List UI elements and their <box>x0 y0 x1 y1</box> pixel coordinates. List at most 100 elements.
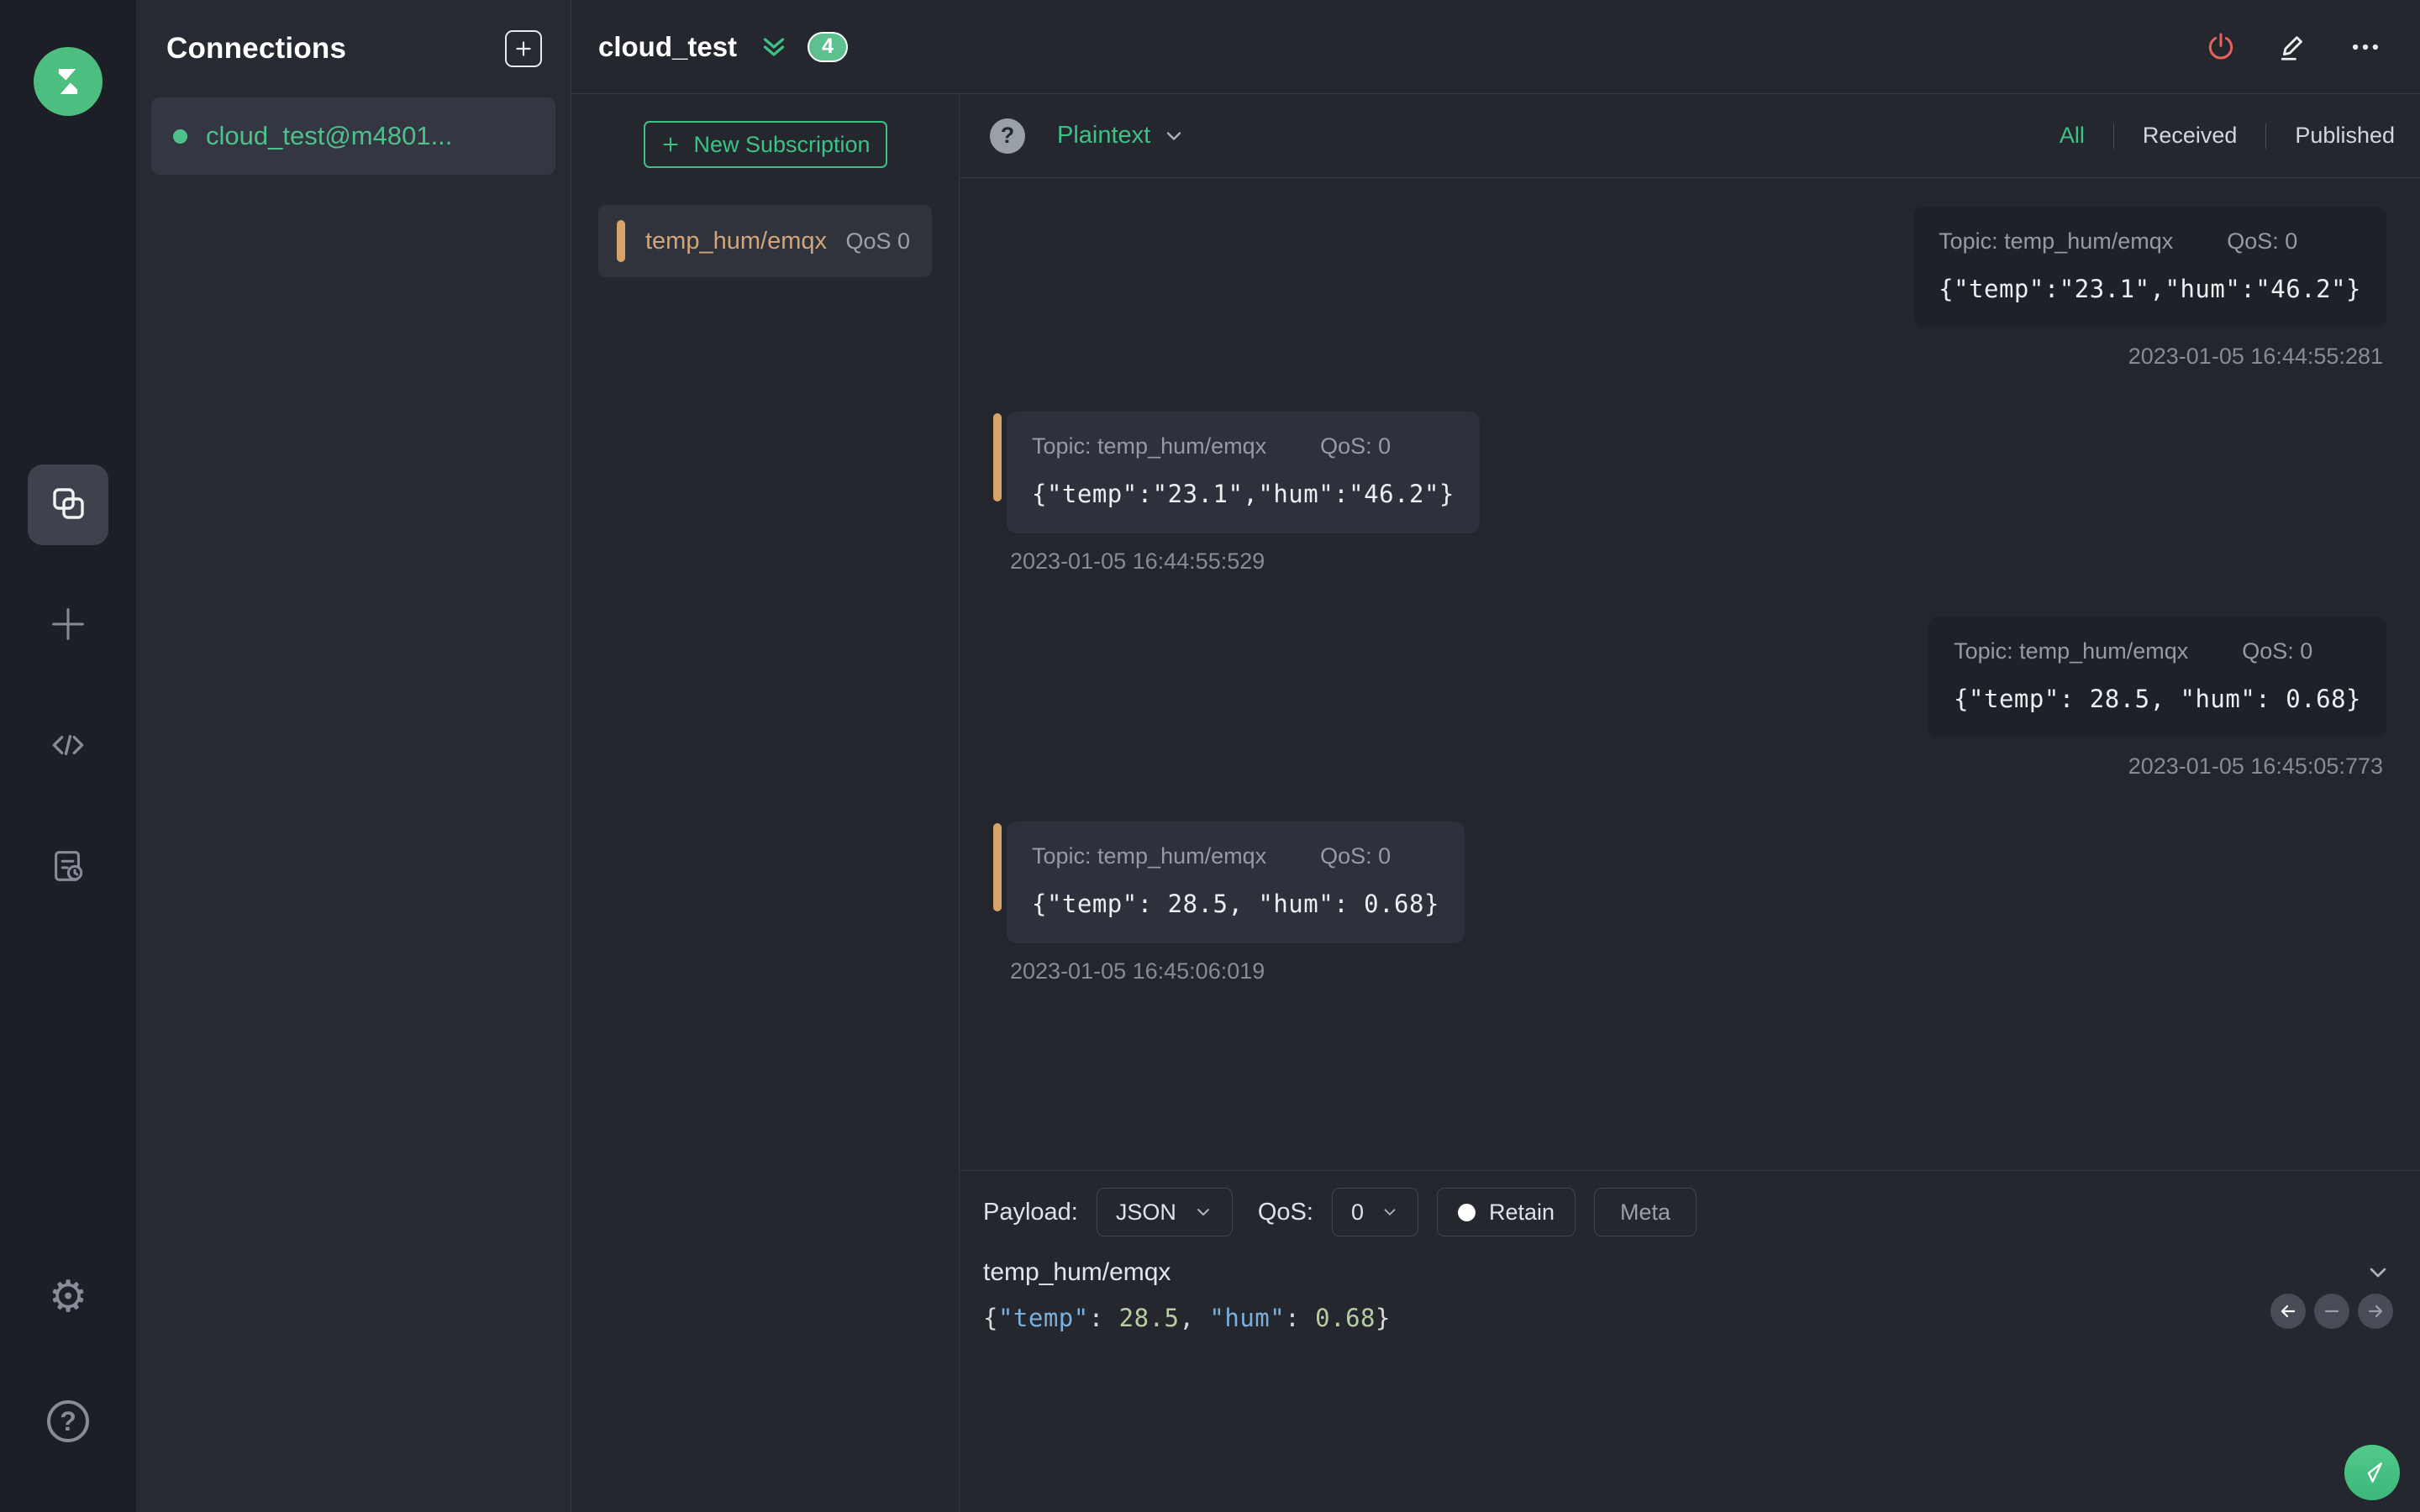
message-meta: Topic: temp_hum/emqx QoS: 0 <box>1032 843 1439 869</box>
publish-topic-row: temp_hum/emqx <box>960 1236 2420 1287</box>
add-connection-button[interactable] <box>505 30 542 67</box>
main-region: cloud_test 4 New Subscription temp_hum/e… <box>571 0 2420 1512</box>
connection-list-item[interactable]: cloud_test@m4801... <box>151 97 555 175</box>
payload-token: } <box>1376 1304 1391 1332</box>
payload-format-help-icon[interactable]: ? <box>990 118 1025 154</box>
filter-all[interactable]: All <box>2031 123 2113 149</box>
gear-icon: ⚙ <box>48 1272 88 1322</box>
message-bubble: Topic: temp_hum/emqx QoS: 0 {"temp": 28.… <box>993 822 1465 943</box>
plus-icon <box>46 602 90 650</box>
message-format-select[interactable]: Plaintext <box>1057 122 1186 150</box>
more-options-button[interactable] <box>2349 31 2381 63</box>
connections-title: Connections <box>166 32 347 65</box>
edit-connection-button[interactable] <box>2277 31 2309 63</box>
payload-token: 0.68 <box>1315 1304 1376 1332</box>
message-timestamp: 2023-01-05 16:44:55:281 <box>2128 344 2383 369</box>
subscription-color-bar <box>617 220 625 262</box>
arrow-left-icon <box>2281 1305 2296 1318</box>
power-icon <box>2208 32 2233 59</box>
message-meta: Topic: temp_hum/emqx QoS: 0 <box>1954 638 2361 664</box>
payload-token: , <box>1179 1304 1210 1332</box>
message-item[interactable]: Topic: temp_hum/emqx QoS: 0 {"temp":"23.… <box>993 412 1480 575</box>
sidebar-item-script[interactable] <box>28 706 108 787</box>
connection-status-dot <box>173 129 187 144</box>
arrow-right-icon <box>2368 1305 2383 1318</box>
log-icon <box>49 847 87 890</box>
sidebar-item-help[interactable]: ? <box>28 1381 108 1462</box>
message-format-value: Plaintext <box>1057 122 1151 149</box>
app-sidebar: ⚙ ? <box>0 0 136 1512</box>
disconnect-button[interactable] <box>2205 31 2237 63</box>
message-list: Topic: temp_hum/emqx QoS: 0 {"temp":"23.… <box>960 178 2420 1170</box>
chevron-down-icon <box>1384 1209 1396 1215</box>
code-icon <box>47 724 89 770</box>
message-payload: {"temp": 28.5, "hum": 0.68} <box>1954 685 2361 713</box>
send-button[interactable] <box>2344 1445 2400 1500</box>
subscription-list-item[interactable]: temp_hum/emqx QoS 0 <box>598 205 932 277</box>
payload-format-select[interactable]: JSON <box>1096 1188 1233 1236</box>
connections-panel: Connections cloud_test@m4801... <box>136 0 571 1512</box>
message-item[interactable]: Topic: temp_hum/emqx QoS: 0 {"temp": 28.… <box>993 822 1465 984</box>
qos-label: QoS: <box>1257 1198 1313 1226</box>
message-timestamp: 2023-01-05 16:44:55:529 <box>1010 549 1265 574</box>
ellipsis-icon <box>2352 44 2379 50</box>
history-current-button[interactable] <box>2314 1294 2349 1329</box>
message-qos: QoS: 0 <box>2227 228 2298 254</box>
retain-indicator-dot <box>1458 1203 1476 1221</box>
messages-toolbar: ? Plaintext All Received Published <box>960 94 2420 178</box>
collapse-subscriptions-button[interactable] <box>759 32 789 62</box>
connection-topbar: cloud_test 4 <box>571 0 2420 94</box>
filter-published[interactable]: Published <box>2266 123 2395 149</box>
subscription-count-badge: 4 <box>808 31 849 62</box>
message-timestamp: 2023-01-05 16:45:05:773 <box>2128 753 2383 779</box>
filter-received[interactable]: Received <box>2114 123 2266 149</box>
message-payload: {"temp": 28.5, "hum": 0.68} <box>1032 890 1439 918</box>
message-bubble: Topic: temp_hum/emqx QoS: 0 {"temp":"23.… <box>1913 207 2386 328</box>
message-item[interactable]: Topic: temp_hum/emqx QoS: 0 {"temp": 28.… <box>1928 617 2386 780</box>
history-next-button[interactable] <box>2358 1294 2393 1329</box>
message-filters: All Received Published <box>2031 123 2395 149</box>
meta-button[interactable]: Meta <box>1594 1188 1697 1236</box>
message-item[interactable]: Topic: temp_hum/emqx QoS: 0 {"temp":"23.… <box>1913 207 2386 370</box>
qos-select[interactable]: 0 <box>1331 1188 1418 1236</box>
minus-icon <box>2324 1310 2339 1313</box>
topbar-actions <box>2205 31 2381 63</box>
chevron-down-icon <box>1167 131 1181 140</box>
message-timestamp: 2023-01-05 16:45:06:019 <box>1010 958 1265 984</box>
sidebar-item-settings[interactable]: ⚙ <box>28 1257 108 1337</box>
retain-toggle[interactable]: Retain <box>1437 1188 1576 1236</box>
payload-editor[interactable]: {"temp": 28.5, "hum": 0.68} <box>960 1287 2420 1332</box>
payload-token: 28.5 <box>1118 1304 1180 1332</box>
plus-icon <box>516 41 531 56</box>
message-topic: Topic: temp_hum/emqx <box>1939 228 2174 254</box>
double-chevron-down-icon <box>763 37 785 56</box>
message-qos: QoS: 0 <box>2242 638 2313 664</box>
collapse-publish-panel-icon[interactable] <box>2365 1259 2391 1286</box>
sidebar-item-log[interactable] <box>28 827 108 908</box>
payload-token: "hum" <box>1209 1304 1286 1332</box>
message-payload: {"temp":"23.1","hum":"46.2"} <box>1939 275 2361 303</box>
new-subscription-button[interactable]: New Subscription <box>643 121 887 168</box>
mqttx-logo-icon <box>34 47 103 116</box>
message-topic: Topic: temp_hum/emqx <box>1954 638 2189 664</box>
publish-controls: Payload: JSON QoS: 0 Retain Meta <box>960 1171 2420 1236</box>
connections-header: Connections <box>136 0 571 92</box>
sidebar-item-new-connection[interactable] <box>28 585 108 666</box>
subscription-topic: temp_hum/emqx <box>645 227 827 255</box>
message-topic: Topic: temp_hum/emqx <box>1032 433 1267 459</box>
sidebar-item-connections[interactable] <box>28 465 108 545</box>
message-bubble: Topic: temp_hum/emqx QoS: 0 {"temp": 28.… <box>1928 617 2386 738</box>
payload-token: : <box>1088 1304 1119 1332</box>
messages-panel: ? Plaintext All Received Published Topic… <box>960 94 2420 1512</box>
subscriptions-panel: New Subscription temp_hum/emqx QoS 0 <box>571 94 960 1512</box>
topic-input[interactable]: temp_hum/emqx <box>983 1258 2365 1287</box>
history-prev-button[interactable] <box>2270 1294 2306 1329</box>
message-bubble: Topic: temp_hum/emqx QoS: 0 {"temp":"23.… <box>993 412 1480 533</box>
send-icon <box>2367 1462 2382 1483</box>
message-qos: QoS: 0 <box>1320 843 1392 869</box>
chevron-down-icon <box>1197 1209 1209 1215</box>
plus-icon <box>663 137 679 152</box>
subscription-qos: QoS 0 <box>845 228 910 254</box>
publish-panel: Payload: JSON QoS: 0 Retain Meta temp_hu… <box>960 1170 2420 1512</box>
message-topic: Topic: temp_hum/emqx <box>1032 843 1267 869</box>
